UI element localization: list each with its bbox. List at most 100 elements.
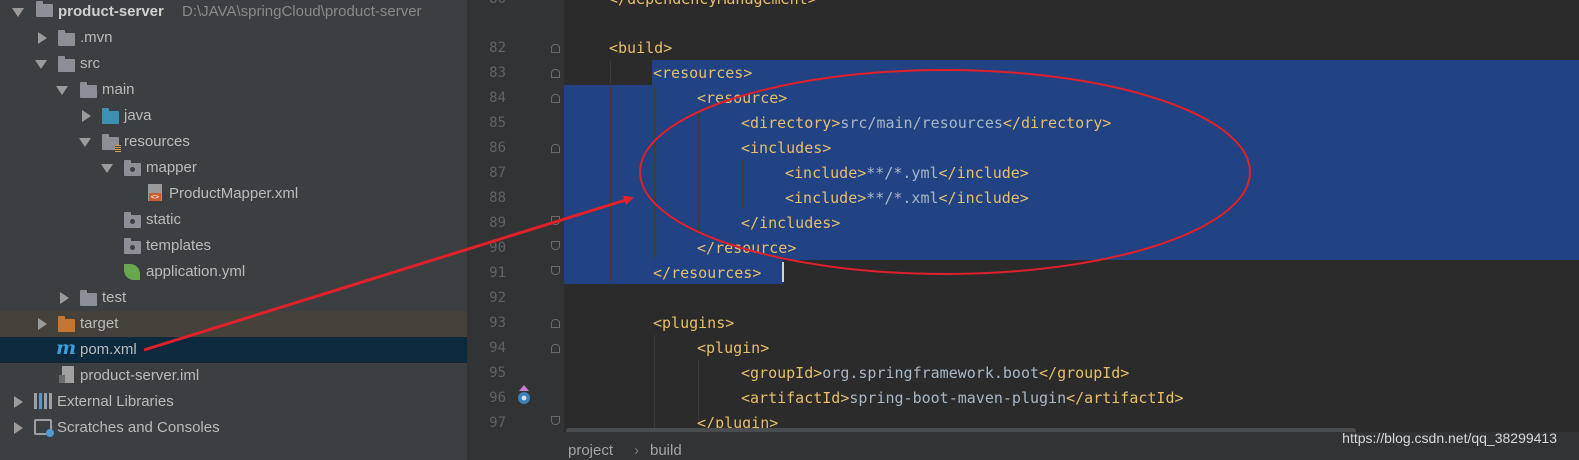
fold-marker-icon[interactable] (551, 416, 560, 425)
source-folder-icon (102, 108, 119, 124)
tree-item-label: test (102, 289, 127, 306)
code-line: <directory>src/main/resources</directory… (741, 114, 1112, 132)
tree-item-test[interactable]: test (0, 285, 467, 311)
tree-item-src[interactable]: src (0, 51, 467, 77)
tree-item-label: java (124, 107, 152, 124)
chevron-down-icon[interactable] (35, 60, 47, 69)
tree-item-label: product-server (58, 3, 164, 20)
chevron-down-icon[interactable] (12, 8, 24, 17)
resources-folder-icon (102, 134, 121, 152)
line-number: 87 (489, 165, 506, 181)
chevron-right-icon[interactable] (14, 422, 23, 434)
indent-guide (654, 335, 655, 432)
chevron-down-icon[interactable] (56, 86, 68, 95)
tree-item-label: .mvn (80, 29, 113, 46)
folder-icon (58, 56, 75, 72)
editor-gutter[interactable]: 80 82 83 84 85 86 87 88 89 90 91 92 93 9… (468, 0, 564, 460)
tree-item-product-server[interactable]: product-server D:\JAVA\springCloud\produ… (0, 0, 467, 25)
folder-icon (80, 290, 97, 306)
tree-item-productmapper-xml[interactable]: ProductMapper.xml (0, 181, 467, 207)
tree-item-application-yml[interactable]: application.yml (0, 259, 467, 285)
tree-item-mapper[interactable]: mapper (0, 155, 467, 181)
tree-item-static[interactable]: static (0, 207, 467, 233)
line-number: 83 (489, 65, 506, 81)
line-number: 90 (489, 240, 506, 256)
excluded-folder-icon (58, 316, 75, 332)
code-line: <groupId>org.springframework.boot</group… (741, 364, 1130, 382)
tree-item-resources[interactable]: resources (0, 129, 467, 155)
chevron-down-icon[interactable] (101, 164, 113, 173)
line-number: 84 (489, 90, 506, 106)
fold-marker-icon[interactable] (551, 44, 560, 53)
line-number: 93 (489, 315, 506, 331)
chevron-down-icon[interactable] (79, 138, 91, 147)
fold-marker-icon[interactable] (551, 69, 560, 78)
tree-item-scratches[interactable]: Scratches and Consoles (0, 415, 467, 441)
line-number: 85 (489, 115, 506, 131)
tree-item-label: External Libraries (57, 393, 174, 410)
chevron-right-icon[interactable] (14, 396, 23, 408)
code-line: <artifactId>spring-boot-maven-plugin</ar… (741, 389, 1184, 407)
tree-item-templates[interactable]: templates (0, 233, 467, 259)
code-line: </includes> (741, 214, 841, 232)
tree-item-mvn[interactable]: .mvn (0, 25, 467, 51)
line-number: 82 (489, 40, 506, 56)
breadcrumb-item-build[interactable]: build (650, 442, 682, 459)
line-number: 94 (489, 340, 506, 356)
spring-config-icon (124, 264, 140, 280)
fold-marker-icon[interactable] (551, 144, 560, 153)
code-line: <includes> (741, 139, 832, 157)
line-number: 86 (489, 140, 506, 156)
fold-marker-icon[interactable] (551, 344, 560, 353)
selection-highlight (652, 60, 1579, 85)
indent-guide (698, 110, 699, 235)
fold-marker-icon[interactable] (551, 266, 560, 275)
package-folder-icon (124, 212, 141, 228)
fold-marker-icon[interactable] (551, 216, 560, 225)
code-line: <plugin> (697, 339, 770, 357)
code-line: </dependencyManagement> (609, 0, 817, 12)
chevron-right-icon[interactable] (60, 292, 69, 304)
folder-icon (58, 30, 75, 46)
tree-item-label: static (146, 211, 182, 228)
line-number: 91 (489, 265, 506, 281)
tree-item-product-server-iml[interactable]: product-server.iml (0, 363, 467, 389)
tree-item-pom-xml[interactable]: m pom.xml (0, 337, 467, 363)
tree-item-main[interactable]: main (0, 77, 467, 103)
code-line: </resource> (697, 239, 797, 257)
tree-item-label: pom.xml (80, 341, 137, 358)
run-gutter-icon[interactable] (516, 384, 532, 406)
chevron-right-icon[interactable] (38, 318, 47, 330)
breadcrumb-separator: › (634, 442, 639, 459)
code-editor[interactable]: </dependencyManagement> <build> <resourc… (564, 0, 1579, 432)
package-folder-icon (124, 238, 141, 254)
library-icon (34, 393, 52, 409)
tree-item-java[interactable]: java (0, 103, 467, 129)
fold-marker-icon[interactable] (551, 319, 560, 328)
breadcrumb-item-project[interactable]: project (568, 442, 613, 459)
tree-item-label: application.yml (146, 263, 246, 280)
iml-file-icon (59, 366, 74, 383)
package-folder-icon (124, 160, 141, 176)
tree-item-label: templates (146, 237, 212, 254)
scratches-icon (34, 419, 54, 437)
chevron-right-icon[interactable] (82, 110, 91, 122)
fold-marker-icon[interactable] (551, 94, 560, 103)
code-line: </resources> (653, 264, 762, 282)
line-number: 80 (468, 0, 506, 12)
tree-item-label: main (102, 81, 135, 98)
code-line: <include>**/*.yml</include> (785, 164, 1029, 182)
line-number: 95 (489, 365, 506, 381)
text-caret (782, 262, 784, 282)
line-number: 88 (489, 190, 506, 206)
tree-item-external-libraries[interactable]: External Libraries (0, 389, 467, 415)
line-number: 92 (489, 290, 506, 306)
project-tree-panel: product-server D:\JAVA\springCloud\produ… (0, 0, 468, 460)
tree-item-path: D:\JAVA\springCloud\product-server (182, 3, 422, 20)
chevron-right-icon[interactable] (38, 32, 47, 44)
line-number: 89 (489, 215, 506, 231)
fold-marker-icon[interactable] (551, 241, 560, 250)
tree-item-label: src (80, 55, 100, 72)
tree-item-label: resources (124, 133, 190, 150)
tree-item-target[interactable]: target (0, 311, 467, 337)
